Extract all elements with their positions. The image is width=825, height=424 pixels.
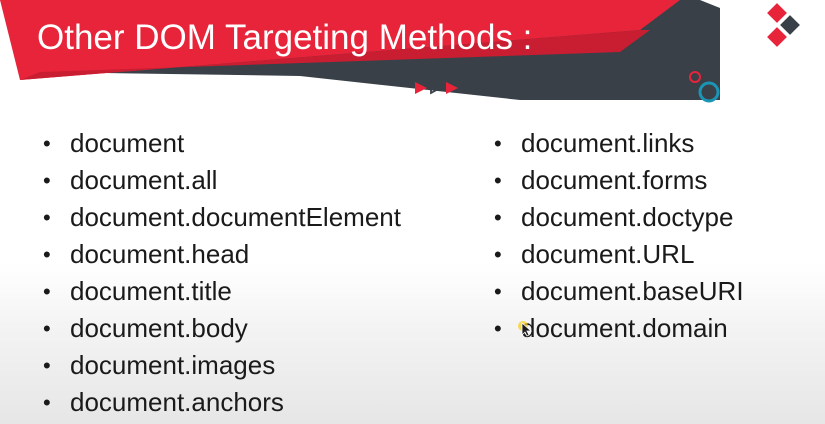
slide-title: Other DOM Targeting Methods : (37, 18, 533, 57)
list-item: document.all (38, 162, 401, 199)
mouse-cursor-icon (518, 321, 533, 337)
list-item: document.URL (489, 236, 744, 273)
list-item: document.doctype (489, 199, 744, 236)
list-item: document.body (38, 310, 401, 347)
left-method-list: document document.all document.documentE… (38, 125, 401, 421)
list-item: document.forms (489, 162, 744, 199)
right-method-list: document.links document.forms document.d… (489, 125, 744, 347)
list-item: document.images (38, 347, 401, 384)
list-item: document.links (489, 125, 744, 162)
list-item: document.title (38, 273, 401, 310)
diamond-logo-icon (767, 3, 800, 47)
list-item: document.head (38, 236, 401, 273)
list-item: document (38, 125, 401, 162)
list-item: document.anchors (38, 384, 401, 421)
list-item: document.baseURI (489, 273, 744, 310)
list-item: document.documentElement (38, 199, 401, 236)
